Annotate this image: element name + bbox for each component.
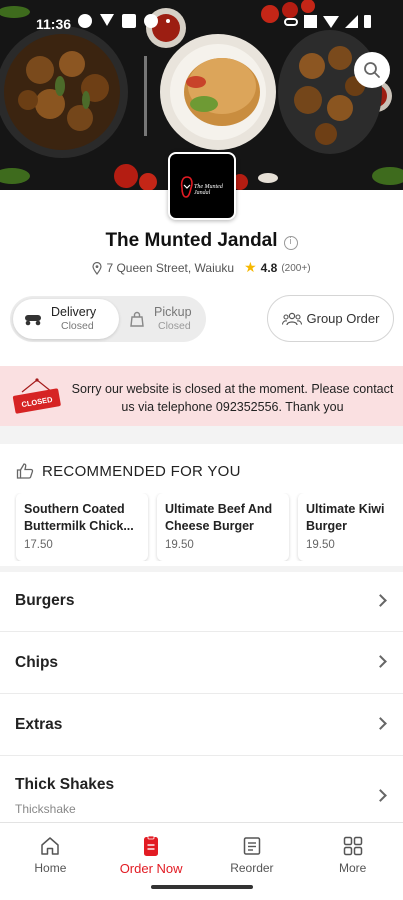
recommended-item-name: Southern Coated Buttermilk Chick... <box>24 502 134 533</box>
group-order-button[interactable]: Group Order <box>267 295 394 342</box>
status-notification-icons <box>78 14 170 28</box>
star-icon: ★ <box>244 260 257 276</box>
category-label: Thick Shakes <box>15 776 115 793</box>
nav-reorder-label: Reorder <box>230 861 274 875</box>
jandal-logo-icon <box>180 176 193 198</box>
search-button[interactable] <box>354 52 390 88</box>
nav-home-label: Home <box>34 861 67 875</box>
rating-count: (200+) <box>281 262 311 274</box>
group-icon <box>281 312 302 325</box>
category-row-extras[interactable]: Extras <box>0 694 403 756</box>
category-row-thick-shakes[interactable]: Thick Shakes Thickshake <box>0 756 403 822</box>
recommended-item[interactable]: Southern Coated Buttermilk Chick... 17.5… <box>16 493 148 561</box>
signal-icon <box>345 15 358 28</box>
delivery-option[interactable]: Delivery Closed <box>13 299 119 339</box>
status-system-icons <box>284 15 371 28</box>
vpn-icon <box>100 14 114 26</box>
category-row-burgers[interactable]: Burgers <box>0 572 403 632</box>
info-icon[interactable]: i <box>283 236 298 250</box>
location-pin-icon <box>92 261 103 275</box>
reorder-icon <box>243 837 261 855</box>
closed-sign-icon: CLOSED <box>12 378 61 414</box>
nav-reorder[interactable]: Reorder <box>202 823 303 884</box>
thumbs-up-icon <box>16 463 34 479</box>
chevron-right-icon <box>374 594 387 607</box>
delivery-label: Delivery <box>51 305 97 319</box>
group-order-label: Group Order <box>306 311 380 326</box>
pickup-status: Closed <box>158 320 191 332</box>
chevron-right-icon <box>374 789 387 802</box>
status-bar: 11:36 <box>0 12 403 38</box>
restaurant-logo: The Munted Jandal <box>168 152 236 220</box>
order-icon <box>144 835 159 856</box>
scooter-icon <box>25 315 41 326</box>
play-store-icon <box>78 14 92 28</box>
android-icon <box>144 14 158 28</box>
category-row-chips[interactable]: Chips <box>0 632 403 694</box>
restaurant-rating: 4.8 <box>260 261 278 275</box>
closed-message: Sorry our website is closed at the momen… <box>71 382 394 414</box>
recommended-item[interactable]: Ultimate Beef And Cheese Burger 19.50 <box>157 493 289 561</box>
wifi-icon <box>323 15 339 28</box>
recommended-header: RECOMMENDED FOR YOU <box>16 462 241 480</box>
nav-more[interactable]: More <box>302 823 403 884</box>
recommended-list: Southern Coated Buttermilk Chick... 17.5… <box>14 493 403 561</box>
pickup-option[interactable]: Pickup Closed <box>126 299 204 339</box>
restaurant-name: The Munted Jandal <box>105 230 278 251</box>
recommended-item-price: 17.50 <box>24 539 53 551</box>
pickup-label: Pickup <box>154 305 192 319</box>
chevron-right-icon <box>374 655 387 668</box>
grid-icon <box>343 836 362 856</box>
search-icon <box>364 62 380 78</box>
nav-home[interactable]: Home <box>0 823 101 884</box>
chevron-right-icon <box>374 717 387 730</box>
nav-more-label: More <box>338 861 367 875</box>
status-time: 11:36 <box>36 16 72 32</box>
category-label: Extras <box>15 716 63 733</box>
nav-order-now[interactable]: Order Now <box>101 823 202 884</box>
bottom-navigation: Home Order Now Reorder More <box>0 822 403 884</box>
sim-icon <box>304 15 317 28</box>
closed-notice-banner: CLOSED Sorry our website is closed at th… <box>0 366 403 426</box>
app-notification-icon <box>122 14 136 28</box>
recommended-title: RECOMMENDED FOR YOU <box>42 462 241 480</box>
more-notifications-icon <box>166 19 170 23</box>
battery-icon <box>364 15 371 28</box>
recommended-item-name: Ultimate Kiwi Burger <box>306 502 385 533</box>
category-sublabel: Thickshake <box>15 802 76 816</box>
recommended-item-price: 19.50 <box>165 539 194 551</box>
home-icon <box>41 837 60 855</box>
restaurant-address[interactable]: 7 Queen Street, Waiuku <box>106 261 234 275</box>
bag-icon <box>130 311 144 327</box>
section-divider <box>0 426 403 444</box>
restaurant-meta: 7 Queen Street, Waiuku ★ 4.8 (200+) <box>0 260 403 276</box>
recommended-item[interactable]: Ultimate Kiwi Burger 19.50 <box>298 493 403 561</box>
gesture-handle[interactable] <box>151 885 253 889</box>
order-mode-toggle: Delivery Closed Pickup Closed <box>10 296 206 342</box>
restaurant-title-row: The Munted Jandal i <box>0 230 403 252</box>
vpn-key-icon <box>284 17 298 26</box>
category-label: Chips <box>15 654 59 671</box>
recommended-item-name: Ultimate Beef And Cheese Burger <box>165 502 273 533</box>
delivery-status: Closed <box>61 320 94 332</box>
category-label: Burgers <box>15 592 75 609</box>
nav-order-now-label: Order Now <box>119 861 183 876</box>
logo-text: The Munted Jandal <box>194 184 223 196</box>
recommended-item-price: 19.50 <box>306 539 335 551</box>
